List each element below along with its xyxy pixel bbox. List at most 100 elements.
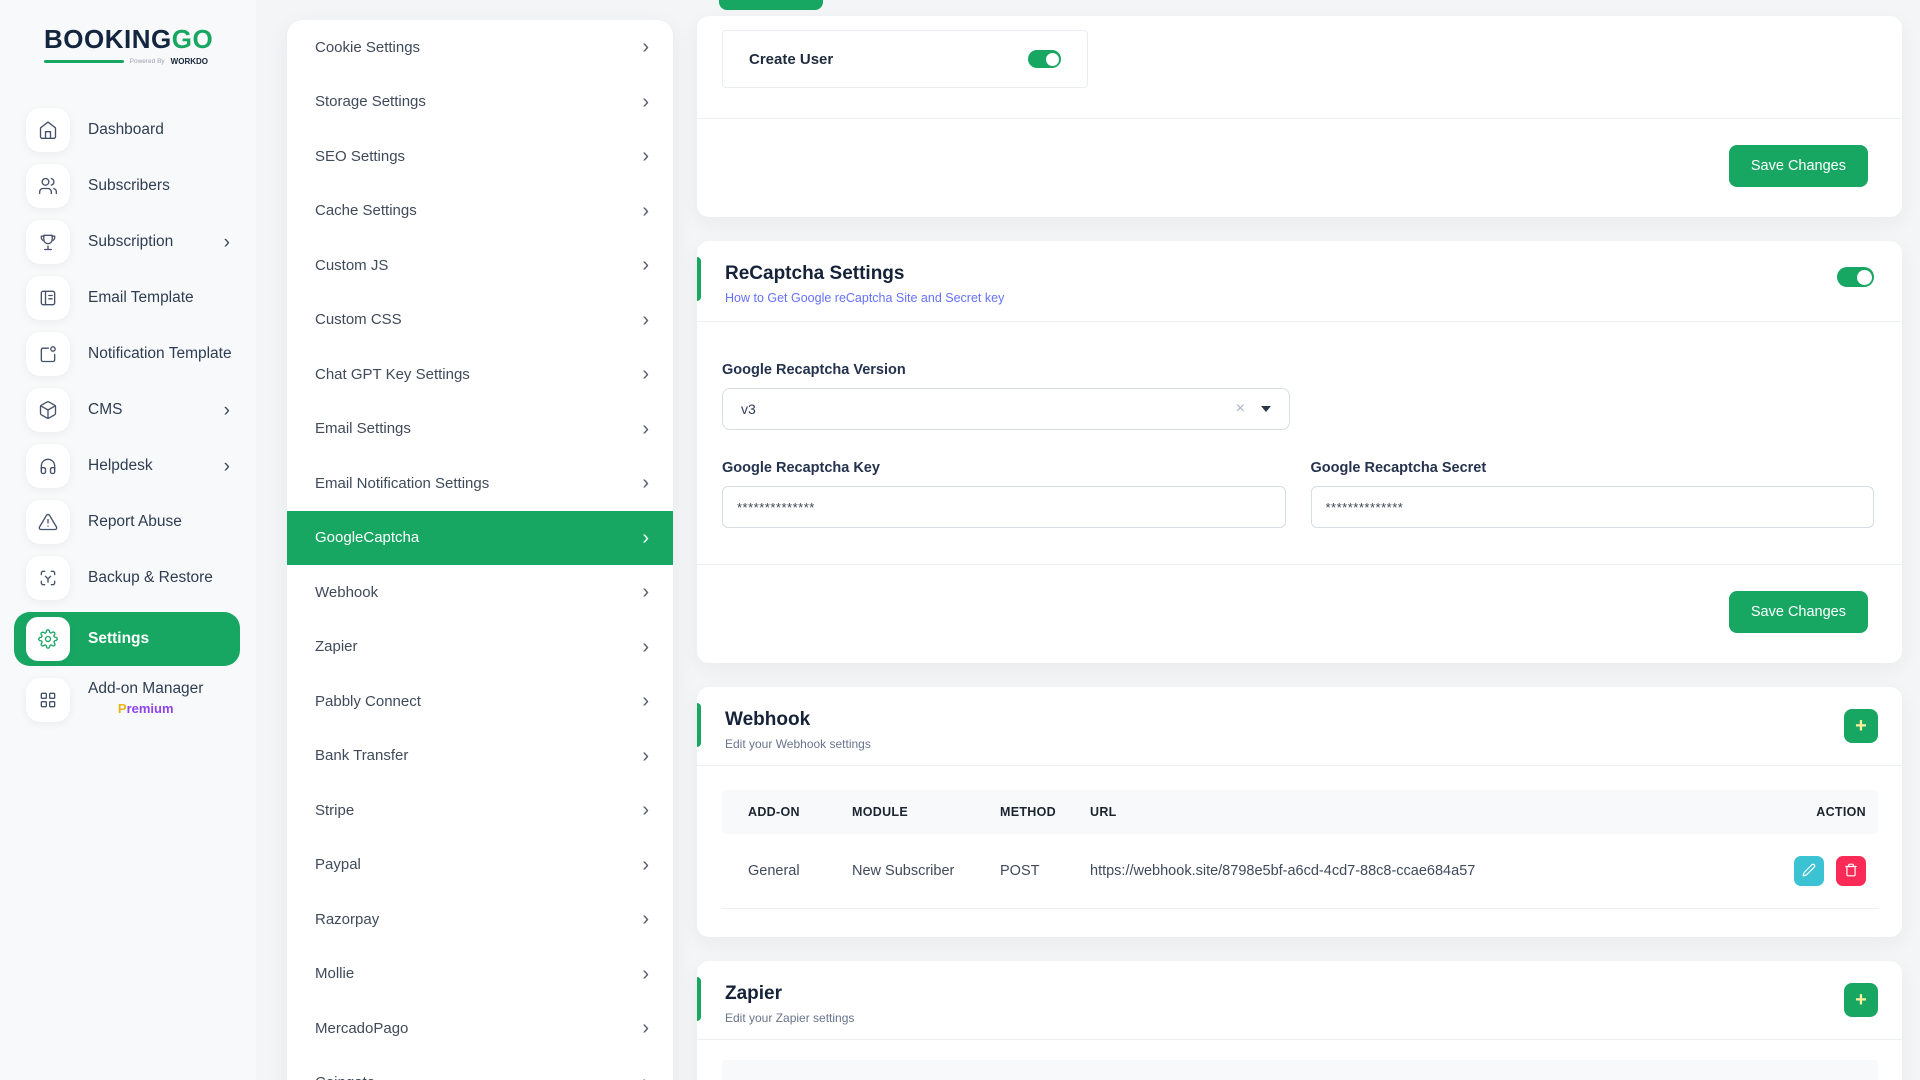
settings-nav-coingate[interactable]: Coingate›: [287, 1056, 673, 1080]
trash-icon: [1844, 863, 1858, 880]
sidebar-item-subscribers[interactable]: Subscribers: [26, 164, 240, 208]
settings-nav-googlecaptcha[interactable]: GoogleCaptcha›: [287, 511, 673, 566]
create-user-toggle[interactable]: [1028, 50, 1061, 68]
settings-nav-webhook[interactable]: Webhook›: [287, 565, 673, 620]
brand-underline: [44, 60, 124, 63]
recaptcha-key-label: Google Recaptcha Key: [722, 460, 1286, 476]
chevron-right-icon: ›: [642, 473, 649, 493]
sidebar-item-email-template[interactable]: Email Template: [26, 276, 240, 320]
chevron-right-icon: ›: [642, 964, 649, 984]
settings-nav-zapier[interactable]: Zapier›: [287, 620, 673, 675]
settings-nav-stripe[interactable]: Stripe›: [287, 783, 673, 838]
accent-bar: [697, 257, 701, 301]
chevron-right-icon: ›: [224, 457, 230, 476]
delete-webhook-button[interactable]: [1836, 856, 1866, 886]
webhook-card: Webhook Edit your Webhook settings + ADD…: [697, 687, 1902, 937]
add-zapier-button[interactable]: +: [1844, 983, 1878, 1017]
sidebar: BOOKINGGO Powered By WORKDO Dashboard Su…: [0, 0, 256, 1080]
chevron-right-icon: ›: [642, 855, 649, 875]
chevron-right-icon: ›: [642, 637, 649, 657]
sidebar-item-backup-restore[interactable]: Backup & Restore: [26, 556, 240, 600]
save-changes-button[interactable]: Save Changes: [1729, 591, 1868, 633]
sidebar-item-helpdesk[interactable]: Helpdesk ›: [26, 444, 240, 488]
settings-nav-custom-js[interactable]: Custom JS›: [287, 238, 673, 293]
settings-nav-chat-gpt-key-settings[interactable]: Chat GPT Key Settings›: [287, 347, 673, 402]
notification-icon: [26, 332, 70, 376]
settings-nav-custom-css[interactable]: Custom CSS›: [287, 293, 673, 348]
settings-nav-bank-transfer[interactable]: Bank Transfer›: [287, 729, 673, 784]
premium-badge: Premium: [88, 701, 203, 716]
recaptcha-help-link[interactable]: How to Get Google reCaptcha Site and Sec…: [725, 291, 1004, 305]
chevron-right-icon: ›: [642, 691, 649, 711]
recaptcha-version-select[interactable]: v3 ×: [722, 388, 1290, 430]
webhook-method-cell: POST: [988, 834, 1078, 909]
settings-nav-seo-settings[interactable]: SEO Settings›: [287, 129, 673, 184]
general-settings-card: Create User Save Changes: [697, 16, 1902, 217]
chevron-right-icon: ›: [642, 37, 649, 57]
chevron-right-icon: ›: [642, 582, 649, 602]
settings-nav-email-settings[interactable]: Email Settings›: [287, 402, 673, 457]
brand-logo[interactable]: BOOKINGGO Powered By WORKDO: [0, 24, 256, 66]
webhook-title: Webhook: [725, 709, 1874, 731]
sidebar-item-notification-template[interactable]: Notification Template: [26, 332, 240, 376]
sidebar-item-cms[interactable]: CMS ›: [26, 388, 240, 432]
backup-icon: [26, 556, 70, 600]
gear-icon: [26, 617, 70, 661]
pencil-icon: [1802, 863, 1816, 880]
zapier-title: Zapier: [725, 983, 1874, 1005]
settings-nav-mercadopago[interactable]: MercadoPago›: [287, 1001, 673, 1056]
sidebar-item-report-abuse[interactable]: Report Abuse: [26, 500, 240, 544]
column-header-module: MODULE: [840, 790, 988, 834]
settings-nav-mollie[interactable]: Mollie›: [287, 947, 673, 1002]
tab-helpdesk[interactable]: Helpdesk: [839, 0, 918, 10]
grid-icon: [26, 678, 70, 722]
headphones-icon: [26, 444, 70, 488]
brand-name: BOOKINGGO: [44, 24, 216, 55]
chevron-right-icon: ›: [642, 800, 649, 820]
settings-nav-email-notification-settings[interactable]: Email Notification Settings›: [287, 456, 673, 511]
column-header-action: ACTION: [1758, 790, 1878, 834]
sidebar-item-settings[interactable]: Settings: [14, 612, 240, 666]
settings-nav-pabbly-connect[interactable]: Pabbly Connect›: [287, 674, 673, 729]
chevron-right-icon: ›: [642, 419, 649, 439]
tab-general[interactable]: General: [719, 0, 823, 10]
sidebar-item-dashboard[interactable]: Dashboard: [26, 108, 240, 152]
sidebar-item-subscription[interactable]: Subscription ›: [26, 220, 240, 264]
users-icon: [26, 164, 70, 208]
main-content: General Helpdesk Create User Save Change…: [697, 0, 1902, 1080]
divider: [697, 1039, 1902, 1040]
settings-nav-paypal[interactable]: Paypal›: [287, 838, 673, 893]
edit-webhook-button[interactable]: [1794, 856, 1824, 886]
chevron-right-icon: ›: [642, 528, 649, 548]
save-changes-button[interactable]: Save Changes: [1729, 145, 1868, 187]
trophy-icon: [26, 220, 70, 264]
addon-manager-label: Add-on Manager: [88, 680, 203, 698]
webhook-table-row: General New Subscriber POST https://webh…: [722, 834, 1878, 909]
webhook-subtitle: Edit your Webhook settings: [725, 737, 1874, 751]
brand-name-accent: GO: [172, 24, 213, 54]
chevron-right-icon: ›: [642, 746, 649, 766]
settings-nav-panel: Cookie Settings› Storage Settings› SEO S…: [287, 20, 673, 1080]
webhook-table: ADD-ON MODULE METHOD URL ACTION General …: [722, 790, 1878, 909]
recaptcha-key-input[interactable]: [722, 486, 1286, 528]
column-header-addon: ADD-ON: [722, 790, 840, 834]
template-icon: [26, 276, 70, 320]
accent-bar: [697, 703, 701, 747]
webhook-addon-cell: General: [722, 834, 840, 909]
sidebar-item-addon-manager[interactable]: Add-on Manager Premium: [26, 678, 240, 722]
brand-powered-by: Powered By WORKDO: [44, 57, 208, 66]
chevron-right-icon: ›: [642, 364, 649, 384]
settings-nav-cache-settings[interactable]: Cache Settings›: [287, 184, 673, 239]
add-webhook-button[interactable]: +: [1844, 709, 1878, 743]
chevron-right-icon: ›: [642, 146, 649, 166]
settings-nav-storage-settings[interactable]: Storage Settings›: [287, 75, 673, 130]
chevron-right-icon: ›: [224, 401, 230, 420]
settings-nav-razorpay[interactable]: Razorpay›: [287, 892, 673, 947]
chevron-right-icon: ›: [642, 255, 649, 275]
zapier-subtitle: Edit your Zapier settings: [725, 1011, 1874, 1025]
clear-icon[interactable]: ×: [1236, 401, 1245, 417]
accent-bar: [697, 977, 701, 1021]
recaptcha-secret-input[interactable]: [1311, 486, 1875, 528]
settings-nav-cookie-settings[interactable]: Cookie Settings›: [287, 20, 673, 75]
recaptcha-toggle[interactable]: [1837, 267, 1874, 287]
